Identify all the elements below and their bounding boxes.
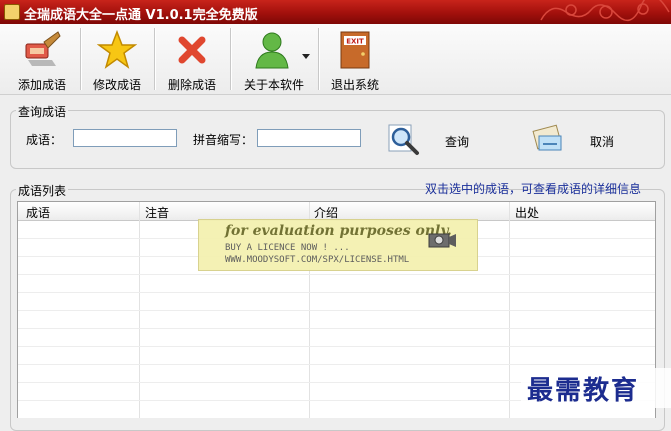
delete-x-icon — [178, 36, 206, 64]
delete-idiom-label: 删除成语 — [167, 78, 216, 92]
exit-door-icon: EXIT — [340, 31, 370, 69]
about-button[interactable]: 关于本软件 — [234, 24, 314, 94]
dropdown-arrow-icon[interactable] — [302, 54, 310, 60]
watermark-line-3: WWW.MOODYSOFT.COM/SPX/LICENSE.HTML — [225, 255, 410, 265]
list-hint: 双击选中的成语，可查看成语的详细信息 — [425, 182, 642, 196]
search-button[interactable]: 查询 — [386, 122, 476, 158]
svg-text:EXIT: EXIT — [346, 38, 364, 46]
query-group-title: 查询成语 — [16, 103, 69, 120]
brush-icon — [25, 31, 61, 66]
star-icon — [97, 30, 137, 69]
add-idiom-label: 添加成语 — [17, 78, 66, 92]
row-divider — [18, 328, 655, 329]
row-divider — [18, 364, 655, 365]
edit-idiom-button[interactable]: 修改成语 — [84, 24, 150, 94]
toolbar-separator — [230, 28, 232, 90]
cancel-button[interactable]: 取消 — [531, 122, 621, 158]
toolbar-separator — [318, 28, 320, 90]
toolbar-separator — [154, 28, 156, 90]
row-divider — [18, 310, 655, 311]
toolbar-separator — [80, 28, 82, 90]
cancel-icon — [532, 124, 562, 151]
row-divider — [18, 274, 655, 275]
about-label: 关于本软件 — [243, 78, 304, 92]
toolbar: 添加成语 修改成语 删除成语 关于本软件 EXIT 退出系统 — [0, 24, 671, 95]
cancel-label: 取消 — [590, 135, 615, 149]
idiom-input[interactable] — [73, 129, 177, 147]
camera-icon — [428, 233, 456, 248]
list-group-title: 成语列表 — [16, 182, 69, 199]
row-divider — [18, 292, 655, 293]
column-header-pinyin[interactable]: 注音 — [145, 204, 169, 221]
ornament-decoration — [540, 0, 670, 22]
exit-label: 退出系统 — [330, 78, 379, 92]
pinyin-label: 拼音缩写： — [193, 133, 254, 147]
evaluation-watermark: for evaluation purposes only. BUY A LICE… — [198, 219, 478, 271]
window-title: 全瑞成语大全一点通 V1.0.1完全免费版 — [24, 8, 258, 23]
idiom-label: 成语： — [26, 133, 63, 147]
title-bar: 全瑞成语大全一点通 V1.0.1完全免费版 — [0, 0, 671, 24]
delete-idiom-button[interactable]: 删除成语 — [158, 24, 226, 94]
app-icon — [4, 4, 20, 20]
watermark-line-1: for evaluation purposes only. — [225, 223, 452, 239]
corner-watermark-text: 最需教育 — [527, 376, 640, 406]
row-divider — [18, 346, 655, 347]
edit-idiom-label: 修改成语 — [92, 78, 141, 92]
watermark-line-2: BUY A LICENCE NOW ! ... — [225, 243, 350, 253]
add-idiom-button[interactable]: 添加成语 — [8, 24, 76, 94]
user-icon — [255, 32, 289, 69]
magnifier-icon — [388, 124, 419, 155]
exit-button[interactable]: EXIT 退出系统 — [322, 24, 388, 94]
corner-watermark: 最需教育 — [521, 368, 671, 408]
column-header-idiom[interactable]: 成语 — [26, 204, 50, 221]
column-header-source[interactable]: 出处 — [515, 204, 539, 221]
pinyin-input[interactable] — [257, 129, 361, 147]
search-label: 查询 — [445, 135, 470, 149]
